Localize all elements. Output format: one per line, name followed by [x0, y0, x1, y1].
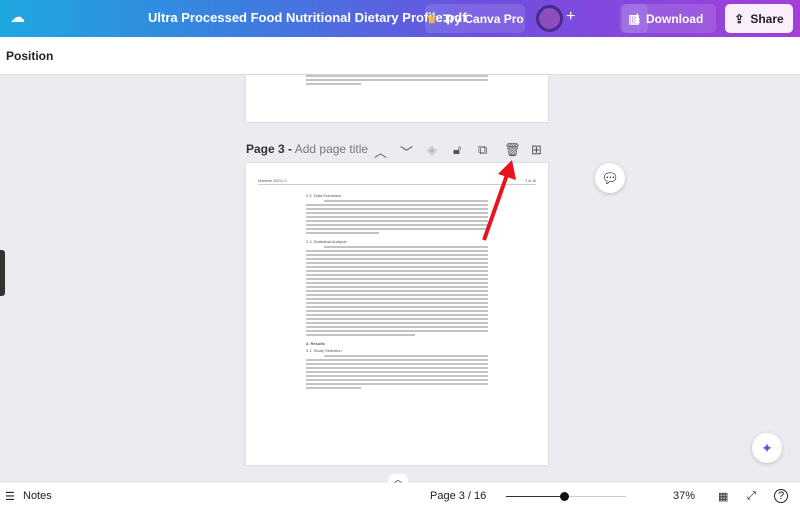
position-button[interactable]: Position	[6, 49, 53, 63]
fullscreen-icon[interactable]: ⤢	[747, 490, 756, 503]
move-page-down-icon[interactable]: ﹀	[400, 142, 413, 161]
cloud-sync-icon[interactable]: ☁	[10, 8, 25, 26]
share-button[interactable]: ⇪ Share	[725, 4, 793, 33]
add-page-icon[interactable]: ⊞	[531, 142, 542, 158]
section-heading: 2.3. Statistical Analysis	[306, 239, 347, 244]
download-icon: ⤓	[634, 11, 640, 25]
section-heading: 3. Results	[306, 341, 325, 346]
hide-page-icon[interactable]: ◈	[427, 142, 437, 158]
page-label: Page 3 - Add page title	[246, 142, 369, 156]
section-heading: 3.1. Study Selection	[306, 348, 342, 353]
comment-button[interactable]: 💬︎	[595, 163, 625, 193]
zoom-level[interactable]: 37%	[673, 490, 695, 502]
bottom-bar: ☰ Notes Page 3 / 16 37% ▦ ⤢ ?	[0, 483, 800, 510]
page-2-preview[interactable]	[246, 75, 548, 122]
red-arrow-annotation	[482, 160, 516, 241]
top-bar: ☁ Ultra Processed Food Nutritional Dieta…	[0, 0, 800, 37]
page-title-input[interactable]: Add page title	[295, 142, 368, 156]
context-toolbar: Position	[0, 37, 800, 75]
avatar[interactable]	[536, 5, 563, 32]
doc-header-left: Nutrients 2023,1,0	[258, 179, 287, 183]
lock-page-icon[interactable]: 🔓︎	[453, 142, 461, 158]
notes-icon[interactable]: ☰	[5, 490, 15, 503]
download-button[interactable]: ⤓ Download	[622, 4, 716, 33]
help-icon[interactable]: ?	[774, 489, 788, 503]
zoom-slider-thumb[interactable]	[560, 492, 570, 501]
magic-assistant-button[interactable]: ✦	[752, 433, 782, 463]
move-page-up-icon[interactable]: ︿	[374, 142, 387, 161]
page-indicator[interactable]: Page 3 / 16	[430, 490, 486, 502]
add-collaborator-button[interactable]: +	[566, 8, 575, 26]
grid-view-icon[interactable]: ▦	[718, 490, 728, 503]
zoom-slider[interactable]	[506, 492, 626, 501]
side-panel-handle[interactable]	[0, 250, 5, 296]
add-comment-icon: 💬︎	[601, 169, 619, 186]
section-heading: 2.2. Data Extraction	[306, 193, 342, 198]
document-title[interactable]: Ultra Processed Food Nutritional Dietary…	[148, 10, 467, 25]
sparkle-icon: ✦	[761, 439, 773, 456]
notes-button[interactable]: Notes	[23, 490, 52, 502]
crown-icon: ♛	[426, 11, 438, 26]
try-canva-pro-button[interactable]: ♛ Try Canva Pro	[425, 4, 525, 33]
share-icon: ⇪	[734, 11, 745, 26]
